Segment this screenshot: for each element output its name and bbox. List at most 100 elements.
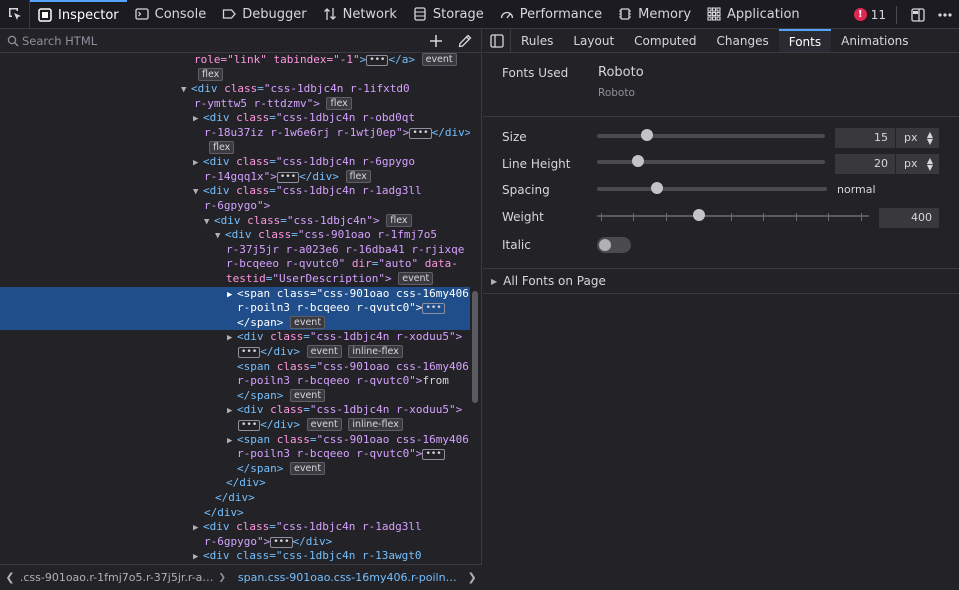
event-badge[interactable]: event: [306, 345, 342, 358]
markup-scrollbar[interactable]: [469, 53, 481, 564]
collapsed-children-icon[interactable]: •••: [238, 347, 261, 358]
size-label: Size: [502, 130, 527, 144]
tab-changes[interactable]: Changes: [707, 29, 779, 52]
tree-node-div[interactable]: ▶ <div class="css-1dbjc4n r-1adg3ll: [193, 520, 470, 536]
tree-node-span[interactable]: <span class="css-901oao css-16my406: [237, 360, 470, 375]
markup-tree[interactable]: role="link" tabindex="-1"> ••• </a> event …: [0, 53, 470, 564]
all-fonts-on-page-header[interactable]: ▶ All Fonts on Page: [483, 268, 959, 294]
inline-flex-badge[interactable]: inline-flex: [348, 418, 403, 431]
line-height-slider[interactable]: [597, 155, 825, 167]
tree-node-div[interactable]: ▶ <div class="css-1dbjc4n r-xoduu5">: [227, 330, 470, 346]
tree-line: </span> event: [237, 315, 470, 331]
event-badge[interactable]: event: [398, 272, 434, 285]
error-count-badge[interactable]: ! 11: [853, 8, 886, 22]
tree-node-div[interactable]: ▼ <div class="css-1dbjc4n r-1adg3ll: [193, 184, 470, 200]
dock-button[interactable]: [905, 7, 931, 23]
collapsed-children-icon[interactable]: •••: [422, 449, 445, 461]
scrollbar-thumb[interactable]: [472, 291, 478, 403]
breadcrumb-left-arrow-icon[interactable]: ❮: [0, 571, 20, 584]
flex-badge[interactable]: flex: [198, 67, 224, 81]
search-html-input[interactable]: [0, 33, 400, 48]
event-badge[interactable]: event: [306, 418, 342, 431]
tree-line[interactable]: role="link" tabindex="-1"> ••• </a> event: [194, 53, 470, 68]
tab-animations[interactable]: Animations: [831, 29, 918, 52]
tree-node-div[interactable]: ▶ <div class="css-1dbjc4n r-obd0qt: [193, 111, 470, 127]
size-slider[interactable]: [597, 129, 825, 141]
expand-triangle-icon[interactable]: ▼: [181, 83, 191, 98]
element-picker-button[interactable]: [0, 0, 30, 29]
collapse-triangle-icon[interactable]: ▶: [193, 521, 203, 536]
tree-node-div[interactable]: ▼ <div class="css-1dbjc4n"> flex: [204, 213, 470, 230]
tab-console[interactable]: Console: [127, 0, 215, 29]
size-slider-thumb[interactable]: [641, 129, 654, 141]
add-node-icon[interactable]: [428, 33, 444, 49]
toggle-sidebar-button[interactable]: [483, 29, 511, 52]
breadcrumb-item[interactable]: .css-901oao.r-1fmj7o5.r-37j5jr.r-a023e6.…: [20, 571, 218, 584]
spacing-label: Spacing: [502, 183, 550, 197]
weight-slider[interactable]: [597, 209, 869, 221]
collapsed-children-icon[interactable]: •••: [238, 420, 261, 431]
tab-storage[interactable]: Storage: [405, 0, 492, 29]
line-height-input[interactable]: 20: [835, 154, 895, 174]
line-height-unit-select[interactable]: px ▲ ▼: [896, 154, 939, 174]
network-icon: [323, 8, 336, 20]
tree-node-span-selected[interactable]: ▶ <span class="css-901oao css-16my406: [227, 286, 470, 303]
flex-badge[interactable]: flex: [345, 169, 371, 183]
spacing-slider[interactable]: [597, 182, 827, 194]
tab-computed[interactable]: Computed: [624, 29, 706, 52]
tree-node-div[interactable]: ▶ <div class="css-1dbjc4n r-xoduu5">: [227, 403, 470, 419]
collapsed-children-icon[interactable]: •••: [366, 55, 389, 66]
collapsed-children-icon[interactable]: •••: [409, 128, 432, 139]
collapse-triangle-icon[interactable]: ▶: [227, 434, 237, 449]
tab-application[interactable]: Application: [699, 0, 808, 29]
collapsed-children-icon[interactable]: •••: [270, 536, 293, 548]
weight-input[interactable]: 400: [879, 208, 939, 228]
tree-node-div[interactable]: ▶ <div class="css-1dbjc4n r-13awgt0: [193, 549, 470, 564]
italic-toggle[interactable]: [597, 237, 631, 253]
line-height-slider-thumb[interactable]: [632, 155, 645, 167]
expand-triangle-icon[interactable]: ▼: [215, 229, 225, 244]
flex-badge[interactable]: flex: [209, 140, 235, 154]
breadcrumb-item-selected[interactable]: span.css-901oao.css-16my406.r-poiln3.r-b…: [238, 571, 462, 584]
tree-node-div[interactable]: ▼ <div class="css-901oao r-1fmj7o5: [215, 228, 470, 244]
flex-badge[interactable]: flex: [386, 213, 412, 227]
event-badge[interactable]: event: [289, 461, 326, 475]
debugger-icon: [223, 9, 237, 19]
more-options-button[interactable]: [931, 7, 959, 23]
eyedropper-icon[interactable]: [457, 33, 473, 49]
tab-rules[interactable]: Rules: [511, 29, 563, 52]
event-badge[interactable]: event: [289, 315, 326, 329]
size-unit-select[interactable]: px ▲ ▼: [896, 128, 939, 148]
collapse-triangle-icon[interactable]: ▶: [193, 550, 203, 564]
tab-fonts[interactable]: Fonts: [778, 29, 832, 52]
expand-triangle-icon[interactable]: ▼: [193, 185, 203, 200]
breadcrumb-right-arrow-icon[interactable]: ❯: [462, 571, 482, 584]
tree-node-span[interactable]: ▶ <span class="css-901oao css-16my406: [227, 433, 470, 449]
collapse-triangle-icon[interactable]: ▶: [227, 288, 237, 303]
inline-flex-badge[interactable]: inline-flex: [348, 345, 403, 358]
tab-inspector[interactable]: Inspector: [30, 0, 127, 29]
flex-badge[interactable]: flex: [326, 96, 352, 110]
collapse-triangle-icon[interactable]: ▶: [193, 112, 203, 127]
tab-network[interactable]: Network: [315, 0, 405, 29]
tab-performance[interactable]: Performance: [492, 0, 610, 29]
line-height-label: Line Height: [502, 157, 571, 171]
spacing-slider-thumb[interactable]: [650, 182, 663, 194]
collapsed-children-icon[interactable]: •••: [422, 303, 445, 315]
expand-triangle-icon[interactable]: ▼: [204, 215, 214, 230]
collapse-triangle-icon[interactable]: ▶: [227, 404, 237, 419]
collapse-triangle-icon[interactable]: ▶: [193, 156, 203, 171]
all-fonts-label: All Fonts on Page: [503, 274, 606, 288]
collapsed-children-icon[interactable]: •••: [276, 171, 300, 183]
tree-line: ••• </div> event inline-flex: [238, 345, 470, 360]
tab-memory[interactable]: Memory: [610, 0, 699, 29]
collapse-triangle-icon[interactable]: ▶: [227, 331, 237, 346]
tab-layout[interactable]: Layout: [563, 29, 624, 52]
weight-slider-thumb[interactable]: [693, 209, 705, 221]
size-input[interactable]: 15: [835, 128, 895, 148]
tab-debugger[interactable]: Debugger: [214, 0, 314, 29]
event-badge[interactable]: event: [289, 388, 326, 402]
tree-node-div[interactable]: ▶ <div class="css-1dbjc4n r-6gpygo: [193, 155, 470, 171]
tree-node-div[interactable]: ▼ <div class="css-1dbjc4n r-1ifxtd0: [181, 82, 470, 98]
event-badge[interactable]: event: [421, 53, 457, 66]
